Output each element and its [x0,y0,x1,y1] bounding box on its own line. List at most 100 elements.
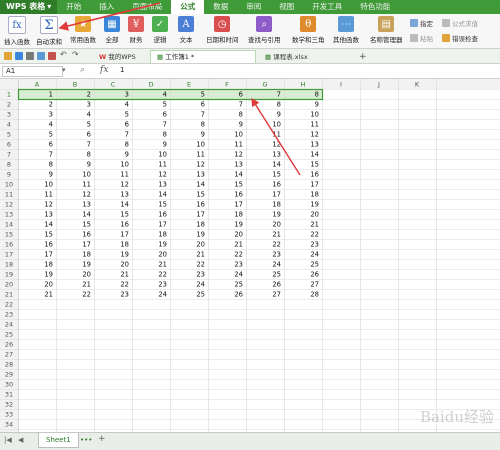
tab-workbook1[interactable]: ▦ 工作簿1 * [150,50,256,63]
text-functions-button[interactable]: A 文本 [178,16,194,44]
more-sheets-icon[interactable]: ••• [80,436,92,444]
cell-value[interactable]: 13 [234,161,243,169]
cell-value[interactable]: 8 [239,111,243,119]
row-header-14[interactable]: 14 [5,221,13,229]
cell-value[interactable]: 20 [120,261,129,269]
cell-value[interactable]: 8 [201,121,205,129]
format-painter-icon[interactable] [48,52,56,60]
cell-value[interactable]: 9 [201,131,205,139]
menu-item-7[interactable]: 开发工具 [303,0,351,14]
column-header-j[interactable]: J [377,81,380,89]
name-box[interactable]: A1 [2,66,63,77]
cell-value[interactable]: 14 [234,171,243,179]
zoom-icon[interactable]: ⌕ [80,65,85,75]
cell-value[interactable]: 13 [120,191,129,199]
cell-value[interactable]: 16 [196,201,205,209]
open-icon[interactable] [4,52,12,60]
cell-value[interactable]: 17 [158,221,167,229]
cell-value[interactable]: 13 [158,181,167,189]
cell-value[interactable]: 25 [272,271,281,279]
cell-value[interactable]: 8 [315,91,319,99]
cell-value[interactable]: 7 [163,121,167,129]
row-header-19[interactable]: 19 [5,271,13,279]
row-header-6[interactable]: 6 [7,141,11,149]
cell-value[interactable]: 2 [49,101,53,109]
cell-value[interactable]: 12 [196,161,205,169]
datetime-button[interactable]: ◷ 日期和时间 [206,16,239,44]
finance-button[interactable]: ¥ 财务 [128,16,144,44]
cell-value[interactable]: 15 [310,161,319,169]
cell-value[interactable]: 11 [196,151,205,159]
cell-value[interactable]: 9 [49,171,53,179]
cell-value[interactable]: 23 [120,291,129,299]
cell-value[interactable]: 8 [87,151,91,159]
column-header-k[interactable]: K [415,81,420,89]
column-header-d[interactable]: D [148,81,153,89]
cell-value[interactable]: 25 [310,261,319,269]
spreadsheet-grid[interactable]: A B C D E F G H I J K12345678910111213141516171819… [0,79,500,432]
cell-value[interactable]: 20 [158,251,167,259]
cell-value[interactable]: 25 [234,281,243,289]
cell-value[interactable]: 20 [234,231,243,239]
name-manager-button[interactable]: ▤ 名称管理器 [370,16,403,44]
row-header-25[interactable]: 25 [5,331,13,339]
cell-value[interactable]: 11 [158,161,167,169]
row-header-31[interactable]: 31 [5,391,13,399]
cell-value[interactable]: 8 [163,131,167,139]
cell-value[interactable]: 11 [310,121,319,129]
cell-value[interactable]: 17 [196,211,205,219]
cell-value[interactable]: 21 [44,291,53,299]
cell-value[interactable]: 7 [239,101,243,109]
cell-value[interactable]: 19 [234,221,243,229]
cell-value[interactable]: 21 [310,221,319,229]
cell-value[interactable]: 9 [163,141,167,149]
print-icon[interactable] [26,52,34,60]
cell-value[interactable]: 23 [272,251,281,259]
cell-value[interactable]: 3 [49,111,53,119]
row-header-13[interactable]: 13 [5,211,13,219]
row-header-18[interactable]: 18 [5,261,13,269]
cell-value[interactable]: 13 [272,151,281,159]
menu-item-8[interactable]: 特色功能 [351,0,399,14]
cell-value[interactable]: 19 [310,201,319,209]
formula-input[interactable]: 1 [120,66,124,74]
cell-value[interactable]: 5 [87,121,91,129]
cell-value[interactable]: 26 [234,291,243,299]
cell-value[interactable]: 23 [310,241,319,249]
cell-value[interactable]: 14 [272,161,281,169]
cell-value[interactable]: 21 [196,251,205,259]
cell-value[interactable]: 19 [44,271,53,279]
cell-value[interactable]: 12 [234,151,243,159]
cell-value[interactable]: 16 [272,181,281,189]
column-header-i[interactable]: I [340,81,342,89]
cell-value[interactable]: 23 [158,281,167,289]
row-header-29[interactable]: 29 [5,371,13,379]
cell-value[interactable]: 16 [82,231,91,239]
cell-value[interactable]: 19 [120,251,129,259]
menu-item-5[interactable]: 审阅 [237,0,270,14]
row-header-34[interactable]: 34 [5,421,13,429]
row-header-15[interactable]: 15 [5,231,13,239]
cell-value[interactable]: 4 [87,111,91,119]
cell-value[interactable]: 16 [234,191,243,199]
row-header-30[interactable]: 30 [5,381,13,389]
cell-value[interactable]: 22 [158,271,167,279]
cell-value[interactable]: 8 [277,101,281,109]
cell-value[interactable]: 5 [49,131,53,139]
chevron-down-icon[interactable]: ▾ [62,66,66,74]
cell-value[interactable]: 10 [158,151,167,159]
cell-value[interactable]: 26 [310,271,319,279]
cell-value[interactable]: 16 [310,171,319,179]
cell-value[interactable]: 22 [120,281,129,289]
cell-value[interactable]: 12 [44,201,53,209]
cell-value[interactable]: 19 [272,211,281,219]
cell-value[interactable]: 22 [310,231,319,239]
cell-value[interactable]: 27 [272,291,281,299]
cell-value[interactable]: 13 [196,171,205,179]
cell-value[interactable]: 22 [272,241,281,249]
cell-value[interactable]: 12 [120,181,129,189]
error-check-button[interactable]: 错误检查 [442,33,478,43]
redo-icon[interactable]: ↷ [72,50,80,59]
row-header-4[interactable]: 4 [7,121,11,129]
row-header-5[interactable]: 5 [7,131,11,139]
